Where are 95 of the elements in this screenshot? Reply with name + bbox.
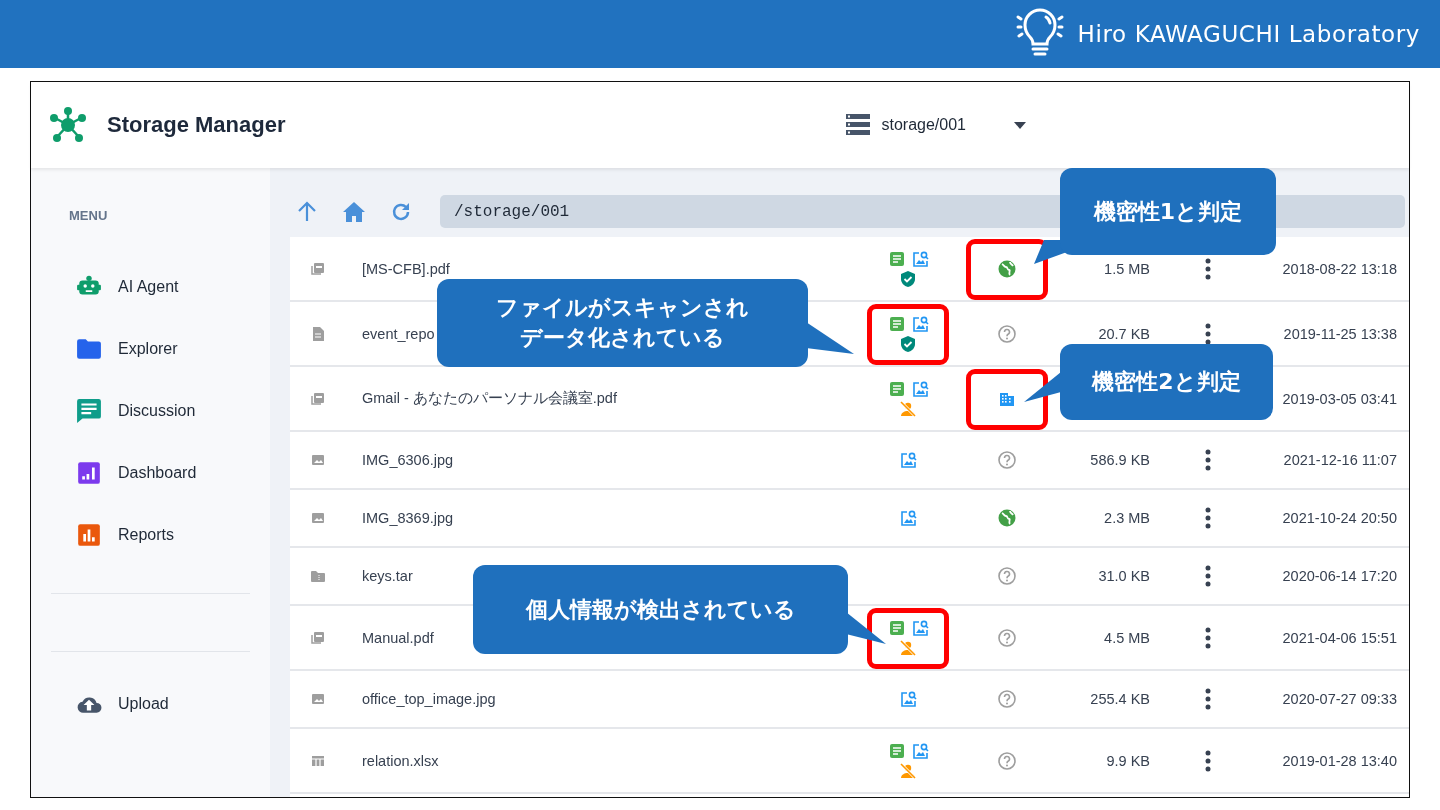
file-row[interactable]: IMG_8369.jpg 2.3 MB 2021-10-24 20:50 bbox=[290, 490, 1409, 548]
modified-date: 2019-11-25 13:38 bbox=[1283, 325, 1397, 342]
image-icon bbox=[310, 452, 326, 468]
question-icon bbox=[997, 750, 1017, 771]
modified-date: 2020-07-27 09:33 bbox=[1282, 691, 1397, 707]
question-icon bbox=[997, 566, 1017, 586]
more-menu-icon[interactable] bbox=[1205, 449, 1211, 471]
file-size: 9.9 KB bbox=[1105, 752, 1150, 769]
file-row[interactable]: office_top_image.jpg 255.4 KB 2020-07-27 09:33 bbox=[290, 671, 1409, 729]
modified-date: 2019-03-05 03:41 bbox=[1282, 390, 1397, 407]
app-title: Storage Manager bbox=[107, 112, 286, 138]
file-size: 31.0 KB bbox=[1097, 568, 1150, 584]
more-menu-icon[interactable] bbox=[1205, 626, 1211, 649]
modified-date: 2019-01-28 13:40 bbox=[1282, 752, 1397, 769]
archive-folder-icon bbox=[310, 568, 326, 584]
more-menu-icon[interactable] bbox=[1205, 688, 1211, 710]
person-off-icon bbox=[899, 399, 917, 418]
file-size: 586.9 KB bbox=[1089, 452, 1150, 468]
file-name[interactable]: Gmail - あなたのパーソナル会議室.pdf bbox=[362, 389, 842, 408]
sidebar-item[interactable]: Dashboard bbox=[118, 464, 197, 482]
modified-date: 2021-12-16 11:07 bbox=[1283, 452, 1397, 468]
image-icon bbox=[310, 691, 326, 707]
file-row[interactable]: IMG_6306.jpg 586.9 KB 2021-12-16 11:07 bbox=[290, 432, 1409, 490]
image-search-icon bbox=[910, 379, 929, 398]
more-menu-icon[interactable] bbox=[1205, 507, 1211, 529]
file-size: 255.4 KB bbox=[1089, 691, 1150, 707]
pdf-file-icon bbox=[310, 629, 326, 646]
file-size: 20.7 KB bbox=[1097, 325, 1150, 342]
caret-icon[interactable] bbox=[1014, 121, 1026, 129]
question-icon bbox=[997, 689, 1017, 709]
image-icon bbox=[310, 510, 326, 526]
modified-date: 2021-10-24 20:50 bbox=[1282, 510, 1397, 526]
file-size: 1.5 MB bbox=[1103, 260, 1150, 277]
person-off-icon bbox=[899, 761, 917, 780]
sidebar-item[interactable]: Discussion bbox=[118, 402, 196, 420]
server-icon bbox=[845, 114, 870, 136]
modified-date: 2020-06-14 17:20 bbox=[1282, 568, 1397, 584]
image-search-icon bbox=[910, 618, 929, 637]
annotation-tooltip: 機密性1と判定 bbox=[1060, 168, 1276, 255]
question-icon bbox=[997, 627, 1017, 648]
image-search-icon bbox=[910, 741, 929, 760]
network-logo-icon bbox=[49, 106, 87, 144]
question-icon bbox=[997, 323, 1017, 344]
more-menu-icon[interactable] bbox=[1205, 257, 1211, 280]
shield-check-icon bbox=[899, 269, 917, 288]
pdf-file-icon bbox=[310, 390, 326, 407]
globe-icon bbox=[997, 508, 1017, 528]
person-off-icon bbox=[899, 638, 917, 657]
home-icon[interactable] bbox=[342, 200, 366, 223]
lab-title: Hiro KAWAGUCHI Laboratory bbox=[1077, 21, 1420, 47]
annotation-tooltip: ファイルがスキャンされ データ化されている bbox=[437, 279, 808, 367]
file-name[interactable]: office_top_image.jpg bbox=[362, 691, 842, 707]
document-icon bbox=[310, 325, 326, 342]
pdf-file-icon bbox=[310, 260, 326, 277]
annotation-tooltip: 個人情報が検出されている bbox=[473, 565, 848, 654]
image-search-icon bbox=[910, 249, 929, 268]
modified-date: 2021-04-06 15:51 bbox=[1282, 629, 1397, 646]
up-arrow-icon[interactable] bbox=[296, 200, 318, 223]
annotation-tooltip: 機密性2と判定 bbox=[1060, 344, 1273, 420]
question-icon bbox=[997, 450, 1017, 470]
storage-selector[interactable]: storage/001 bbox=[881, 116, 966, 134]
pointer-tooltip bbox=[806, 322, 854, 354]
file-size: 4.5 MB bbox=[1103, 629, 1150, 646]
sidebar-item[interactable]: Reports bbox=[118, 526, 175, 544]
file-row[interactable]: relation.xlsx 9.9 KB 2019-01-28 13:40 bbox=[290, 729, 1409, 794]
shield-check-icon bbox=[899, 334, 917, 353]
image-search-icon bbox=[899, 509, 917, 527]
image-search-icon bbox=[899, 451, 917, 469]
modified-date: 2018-08-22 13:18 bbox=[1282, 260, 1397, 277]
bar-chart-icon[interactable] bbox=[76, 522, 102, 548]
folder-icon[interactable] bbox=[76, 336, 102, 362]
image-search-icon bbox=[910, 314, 929, 333]
sidebar-item[interactable]: Upload bbox=[118, 695, 169, 713]
text-document-icon bbox=[887, 618, 906, 637]
globe-icon bbox=[997, 258, 1017, 279]
sidebar-item[interactable]: Explorer bbox=[118, 340, 178, 358]
more-menu-icon[interactable] bbox=[1205, 749, 1211, 772]
text-document-icon bbox=[887, 314, 906, 333]
chat-icon[interactable] bbox=[76, 398, 102, 424]
more-menu-icon[interactable] bbox=[1205, 322, 1211, 345]
file-name[interactable]: IMG_6306.jpg bbox=[362, 452, 842, 468]
file-size: 2.3 MB bbox=[1103, 510, 1150, 526]
file-name[interactable]: IMG_8369.jpg bbox=[362, 510, 842, 526]
text-document-icon bbox=[887, 379, 906, 398]
menu-heading: MENU bbox=[69, 208, 109, 223]
bar-chart-icon[interactable] bbox=[76, 460, 102, 486]
file-name[interactable]: relation.xlsx bbox=[362, 752, 842, 769]
pointer-tooltip bbox=[846, 612, 886, 644]
file-name[interactable]: [MS-CFB].pdf bbox=[362, 260, 842, 277]
text-document-icon bbox=[887, 741, 906, 760]
pointer-tooltip bbox=[1024, 372, 1061, 404]
sidebar-item[interactable]: AI Agent bbox=[118, 278, 179, 296]
image-search-icon bbox=[899, 690, 917, 708]
more-menu-icon[interactable] bbox=[1205, 565, 1211, 587]
text-document-icon bbox=[887, 249, 906, 268]
